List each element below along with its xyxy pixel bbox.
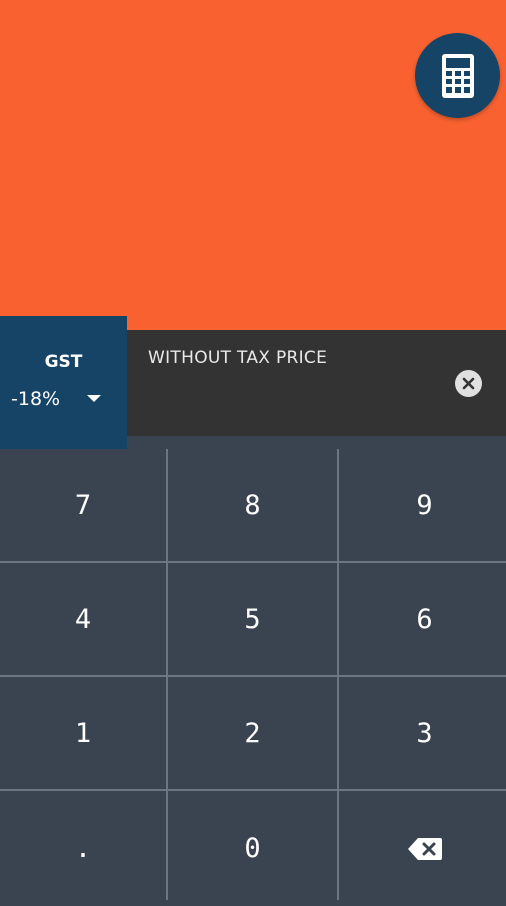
price-input-label: WITHOUT TAX PRICE — [148, 348, 328, 368]
key-3[interactable]: 3 — [339, 677, 506, 789]
key-1[interactable]: 1 — [0, 677, 166, 789]
gst-title: GST — [44, 352, 83, 372]
key-2[interactable]: 2 — [168, 677, 337, 789]
clear-button[interactable] — [455, 370, 482, 397]
numeric-keypad: 7 8 9 4 5 6 1 2 3 . 0 — [0, 449, 506, 906]
keypad-spacer — [127, 436, 506, 449]
key-6[interactable]: 6 — [339, 563, 506, 675]
key-4[interactable]: 4 — [0, 563, 166, 675]
key-decimal[interactable]: . — [0, 791, 166, 906]
backspace-icon — [407, 837, 442, 860]
key-0[interactable]: 0 — [168, 791, 337, 906]
close-circle-icon — [462, 377, 475, 390]
key-5[interactable]: 5 — [168, 563, 337, 675]
key-7[interactable]: 7 — [0, 449, 166, 561]
backspace-key[interactable] — [339, 791, 506, 906]
key-8[interactable]: 8 — [168, 449, 337, 561]
calculator-button[interactable] — [415, 33, 500, 118]
gst-rate-value: -18% — [11, 388, 61, 410]
caret-down-icon — [87, 395, 101, 402]
calculator-icon — [441, 53, 474, 98]
key-9[interactable]: 9 — [339, 449, 506, 561]
gst-rate-dropdown[interactable] — [0, 316, 127, 449]
